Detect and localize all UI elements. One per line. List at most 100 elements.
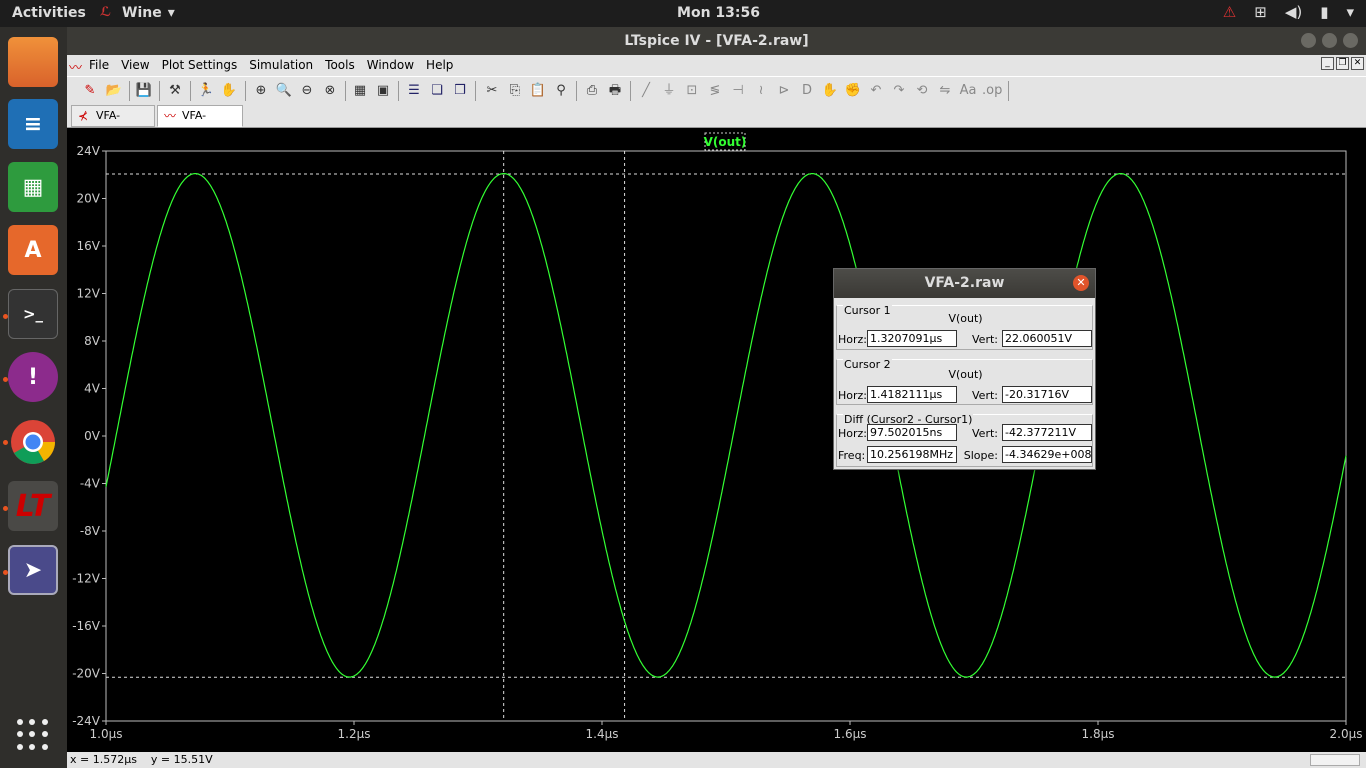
menu-simulation[interactable]: Simulation bbox=[249, 58, 313, 72]
drag-icon[interactable]: ✊ bbox=[844, 82, 862, 100]
dialog-title: VFA-2.raw bbox=[924, 275, 1005, 291]
pan-icon[interactable]: ✋ bbox=[220, 82, 238, 100]
redo-icon[interactable]: ↷ bbox=[890, 82, 908, 100]
rotate-icon[interactable]: ⟲ bbox=[913, 82, 931, 100]
move-icon[interactable]: ✋ bbox=[821, 82, 839, 100]
cursor2-horz-field[interactable]: 1.4182111µs bbox=[867, 386, 957, 403]
network-icon[interactable]: ⊞ bbox=[1254, 3, 1267, 21]
close-icon[interactable] bbox=[1343, 33, 1358, 48]
cut-icon[interactable]: ✂ bbox=[483, 82, 501, 100]
diode-icon[interactable]: ⊳ bbox=[775, 82, 793, 100]
trace-v-out[interactable] bbox=[105, 173, 1347, 678]
new-schematic-icon[interactable]: ✎ bbox=[81, 82, 99, 100]
close-icon[interactable]: ✕ bbox=[1073, 275, 1089, 291]
plot-window-icon[interactable]: 〰 bbox=[69, 57, 82, 76]
print-preview-icon[interactable]: ⎙ bbox=[583, 82, 601, 100]
cursor-coordinates: x = 1.572µs y = 15.51V bbox=[70, 753, 213, 766]
y-tick-label: -4V bbox=[80, 477, 101, 491]
zoom-out-icon[interactable]: ⊖ bbox=[298, 82, 316, 100]
x-tick-label: 1.2µs bbox=[338, 727, 371, 741]
tab-waveform[interactable]: 〰 VFA-2.raw bbox=[157, 105, 243, 142]
cursor1-group: Cursor 1 V(out) Horz: 1.3207091µs Vert: … bbox=[836, 304, 1093, 350]
diff-freq-field[interactable]: 10.256198MHz bbox=[867, 446, 957, 463]
y-tick-label: -16V bbox=[72, 619, 101, 633]
trace-label[interactable]: V(out) bbox=[704, 135, 747, 149]
system-menu-chevron-icon[interactable]: ▾ bbox=[1346, 3, 1354, 21]
inductor-icon[interactable]: ≀ bbox=[752, 82, 770, 100]
battery-icon[interactable]: ▮ bbox=[1320, 3, 1328, 21]
ltspice-icon[interactable]: LT bbox=[8, 481, 58, 531]
window-controls bbox=[1301, 33, 1358, 48]
capacitor-icon[interactable]: ⊣ bbox=[729, 82, 747, 100]
save-icon[interactable]: 💾 bbox=[135, 82, 153, 100]
diff-horz-field[interactable]: 97.502015ns bbox=[867, 424, 957, 441]
waveform-plot-pane[interactable]: 24V 20V 16V 12V 8V 4V 0V -4V -8V -12V -16V -20V -24V… bbox=[67, 128, 1366, 752]
control-panel-icon[interactable]: ⚒ bbox=[166, 82, 184, 100]
spice-directive-icon[interactable]: .op bbox=[982, 82, 1002, 100]
menu-file[interactable]: File bbox=[89, 58, 109, 72]
y-tick-label: 8V bbox=[84, 334, 101, 348]
component-icon[interactable]: D bbox=[798, 82, 816, 100]
cursor1-horz-field[interactable]: 1.3207091µs bbox=[867, 330, 957, 347]
field-label: Vert: bbox=[972, 427, 998, 440]
tile-horizontal-icon[interactable]: ☰ bbox=[405, 82, 423, 100]
open-icon[interactable]: 📂 bbox=[105, 82, 123, 100]
cursor1-vert-field[interactable]: 22.060051V bbox=[1002, 330, 1092, 347]
mdi-close-icon[interactable]: ✕ bbox=[1351, 57, 1364, 70]
system-tray[interactable]: ⚠ ⊞ ◀) ▮ ▾ bbox=[1223, 3, 1354, 21]
calc-icon[interactable]: ▦ bbox=[8, 162, 58, 212]
waveform-chart[interactable]: 24V 20V 16V 12V 8V 4V 0V -4V -8V -12V -16V -20V -24V… bbox=[67, 128, 1366, 752]
volume-icon[interactable]: ◀) bbox=[1285, 3, 1302, 21]
tab-schematic[interactable]: ⊀ VFA-2.asc bbox=[71, 105, 155, 142]
autorange-icon[interactable]: ▦ bbox=[351, 82, 369, 100]
window-title: LTspice IV - [VFA-2.raw] bbox=[624, 33, 809, 49]
paste-icon[interactable]: 📋 bbox=[529, 82, 547, 100]
maximize-icon[interactable] bbox=[1322, 33, 1337, 48]
software-center-icon[interactable]: A bbox=[8, 225, 58, 275]
zoom-area-icon[interactable]: 🔍 bbox=[275, 82, 293, 100]
field-label: Freq: bbox=[838, 449, 866, 462]
wire-icon[interactable]: ╱ bbox=[637, 82, 655, 100]
menu-plot-settings[interactable]: Plot Settings bbox=[162, 58, 238, 72]
resistor-icon[interactable]: ≶ bbox=[706, 82, 724, 100]
menu-tools[interactable]: Tools bbox=[325, 58, 355, 72]
diff-slope-field[interactable]: -4.34629e+008 bbox=[1002, 446, 1092, 463]
document-tabs: ⊀ VFA-2.asc 〰 VFA-2.raw bbox=[67, 104, 1366, 142]
mirror-icon[interactable]: ⇋ bbox=[936, 82, 954, 100]
label-net-icon[interactable]: ⊡ bbox=[683, 82, 701, 100]
mdi-restore-icon[interactable]: ❐ bbox=[1336, 57, 1349, 70]
screenshot-tool-icon[interactable]: ➤ bbox=[8, 545, 58, 595]
show-applications-icon[interactable] bbox=[17, 719, 49, 751]
window-titlebar: LTspice IV - [VFA-2.raw] bbox=[67, 27, 1366, 55]
minimize-icon[interactable] bbox=[1301, 33, 1316, 48]
print-icon[interactable]: 🖶 bbox=[606, 82, 624, 100]
cascade-icon[interactable]: ❏ bbox=[428, 82, 446, 100]
zoom-in-icon[interactable]: ⊕ bbox=[252, 82, 270, 100]
menu-help[interactable]: Help bbox=[426, 58, 453, 72]
files-icon[interactable] bbox=[8, 37, 58, 87]
writer-icon[interactable]: ≡ bbox=[8, 99, 58, 149]
mdi-minimize-icon[interactable]: _ bbox=[1321, 57, 1334, 70]
menu-view[interactable]: View bbox=[121, 58, 149, 72]
menu-window[interactable]: Window bbox=[367, 58, 414, 72]
find-icon[interactable]: ⚲ bbox=[552, 82, 570, 100]
terminal-icon[interactable]: >_ bbox=[8, 289, 58, 339]
podcast-icon[interactable]: ! bbox=[8, 352, 58, 402]
clock[interactable]: Mon 13:56 bbox=[0, 5, 1366, 21]
dialog-titlebar[interactable]: VFA-2.raw ✕ bbox=[834, 269, 1095, 298]
cursor2-vert-field[interactable]: -20.31716V bbox=[1002, 386, 1092, 403]
undo-icon[interactable]: ↶ bbox=[867, 82, 885, 100]
zoom-fit-icon[interactable]: ⊗ bbox=[321, 82, 339, 100]
warning-icon[interactable]: ⚠ bbox=[1223, 3, 1236, 21]
diff-vert-field[interactable]: -42.377211V bbox=[1002, 424, 1092, 441]
x-tick-label: 1.8µs bbox=[1082, 727, 1115, 741]
tile-vertical-icon[interactable]: ❒ bbox=[451, 82, 469, 100]
text-icon[interactable]: Aa bbox=[959, 82, 977, 100]
chrome-icon[interactable] bbox=[8, 417, 58, 467]
fit-y-icon[interactable]: ▣ bbox=[374, 82, 392, 100]
run-icon[interactable]: 🏃 bbox=[197, 82, 215, 100]
ground-icon[interactable]: ⏚ bbox=[660, 82, 678, 100]
cursor-readout-dialog[interactable]: VFA-2.raw ✕ Cursor 1 V(out) Horz: 1.3207… bbox=[833, 268, 1096, 470]
status-box bbox=[1310, 754, 1360, 766]
copy-icon[interactable]: ⎘ bbox=[506, 82, 524, 100]
